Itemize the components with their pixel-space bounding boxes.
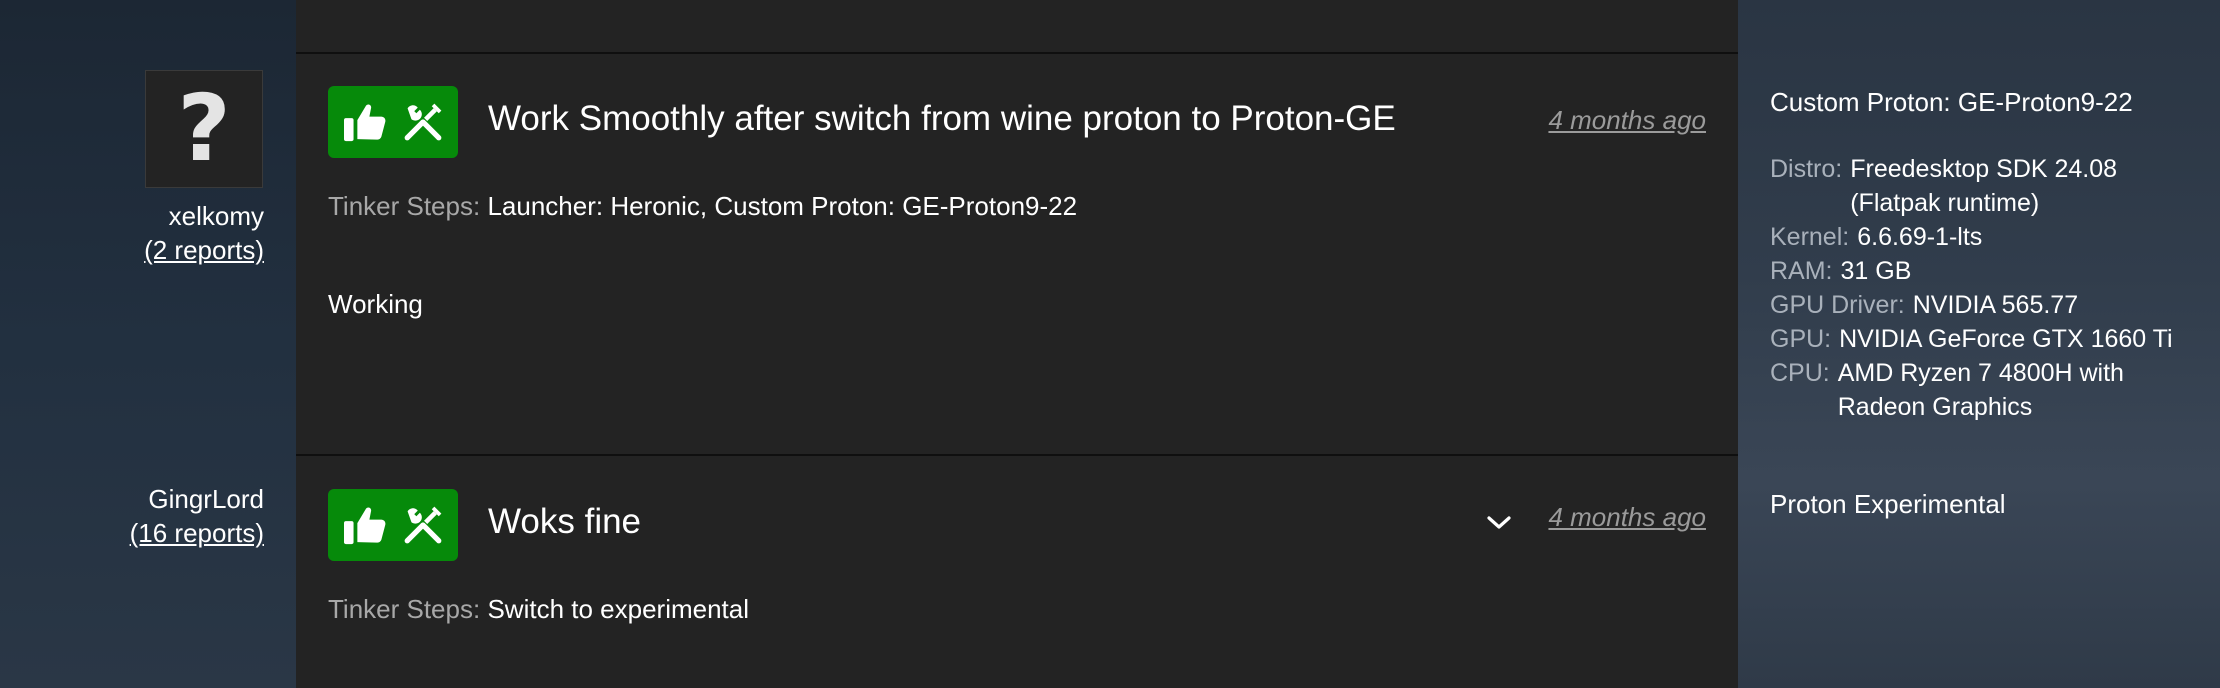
divider <box>296 454 1738 456</box>
tinker-steps-value: Launcher: Heronic, Custom Proton: GE-Pro… <box>487 191 1078 221</box>
author-reports-link[interactable]: (16 reports) <box>130 516 264 550</box>
report-author: GingrLord (16 reports) <box>130 482 264 550</box>
avatar[interactable]: ? <box>145 70 263 188</box>
tinker-steps: Tinker Steps: Switch to experimental <box>328 594 749 625</box>
tools-icon <box>402 101 444 143</box>
question-mark-icon: ? <box>177 75 231 182</box>
spec-cpu: CPU: AMD Ryzen 7 4800H with Radeon Graph… <box>1770 359 2124 421</box>
thumbs-up-icon <box>342 101 388 143</box>
rating-badge <box>328 489 458 561</box>
report-title: Woks fine <box>488 502 642 541</box>
report-author: xelkomy (2 reports) <box>144 199 264 267</box>
proton-version: Custom Proton: GE-Proton9-22 <box>1770 87 2133 117</box>
system-specs: Distro: Freedesktop SDK 24.08 (Flatpak r… <box>1770 152 2173 424</box>
rating-badge <box>328 86 458 158</box>
report-time-link[interactable]: 4 months ago <box>1548 105 1706 136</box>
chevron-down-icon[interactable] <box>1484 508 1514 538</box>
author-name: xelkomy <box>168 201 264 231</box>
report-title: Work Smoothly after switch from wine pro… <box>488 99 1396 138</box>
thumbs-up-icon <box>342 504 388 546</box>
spec-gpu: GPU: NVIDIA GeForce GTX 1660 Ti <box>1770 325 2173 353</box>
tinker-steps-label: Tinker Steps: <box>328 594 481 624</box>
tinker-steps: Tinker Steps: Launcher: Heronic, Custom … <box>328 191 1077 222</box>
divider <box>296 52 1738 54</box>
spec-gpu-driver: GPU Driver: NVIDIA 565.77 <box>1770 291 2079 319</box>
author-reports-link[interactable]: (2 reports) <box>144 233 264 267</box>
author-name: GingrLord <box>148 484 264 514</box>
spec-ram: RAM: 31 GB <box>1770 257 1912 285</box>
spec-distro: Distro: Freedesktop SDK 24.08 (Flatpak r… <box>1770 155 2118 217</box>
report-notes: Working <box>328 289 423 319</box>
report-time-link[interactable]: 4 months ago <box>1548 502 1706 533</box>
tinker-steps-label: Tinker Steps: <box>328 191 481 221</box>
tools-icon <box>402 504 444 546</box>
spec-kernel: Kernel: 6.6.69-1-lts <box>1770 223 1983 251</box>
proton-version: Proton Experimental <box>1770 489 2006 519</box>
report-list: Work Smoothly after switch from wine pro… <box>296 0 1738 688</box>
tinker-steps-value: Switch to experimental <box>487 594 750 624</box>
